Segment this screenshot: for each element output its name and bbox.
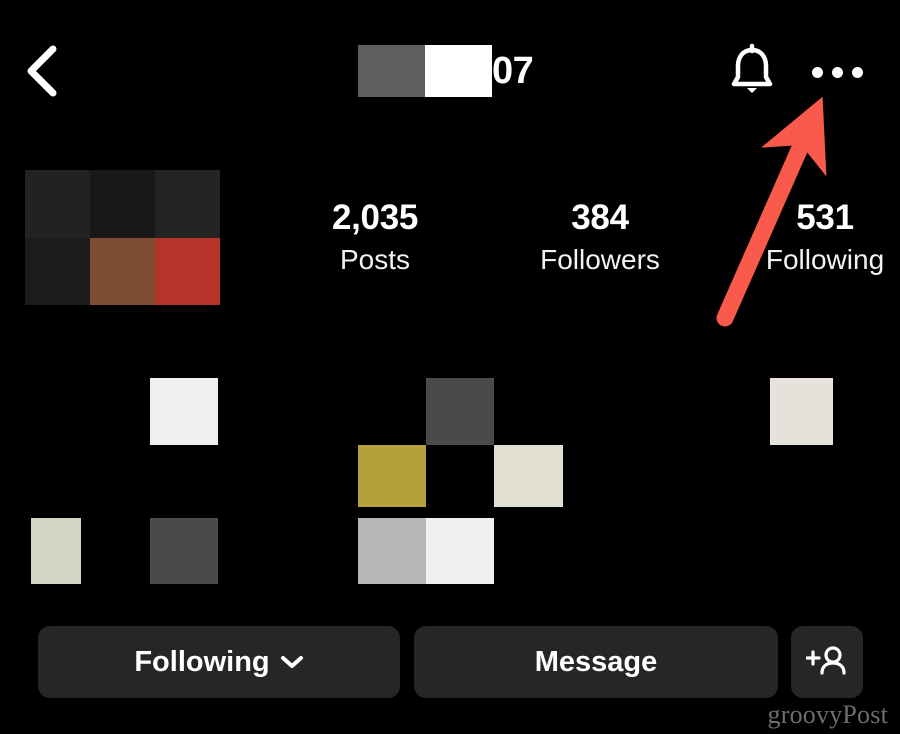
following-button-label: Following: [134, 645, 270, 678]
bio-redaction-block: [494, 445, 563, 507]
notifications-button[interactable]: [723, 42, 781, 102]
watermark: groovyPost: [767, 700, 888, 729]
stat-posts[interactable]: 2,035 Posts: [310, 198, 440, 278]
profile-header: 07: [0, 0, 900, 140]
bio-redaction-block: [426, 518, 494, 584]
username-visible-text: 07: [492, 50, 534, 92]
bell-icon: [727, 43, 777, 102]
bio-redaction-block: [358, 445, 426, 507]
add-user-button[interactable]: [791, 626, 863, 698]
profile-action-bar: Following Message: [0, 626, 900, 698]
posts-label: Posts: [339, 244, 411, 275]
three-dots-icon-dot-1: [811, 66, 823, 78]
username-title: 07: [358, 45, 534, 97]
stat-followers[interactable]: 384 Followers: [535, 198, 665, 278]
following-count: 531: [796, 198, 854, 237]
stat-following[interactable]: 531 Following: [760, 198, 890, 278]
bio-redaction-block: [150, 378, 218, 445]
profile-picture[interactable]: [25, 170, 220, 305]
avatar-tile: [25, 237, 90, 305]
bio-redaction-block: [150, 518, 218, 584]
back-button[interactable]: [16, 42, 66, 100]
username-redaction-block-2: [425, 45, 492, 97]
bio-redaction-block: [770, 378, 833, 445]
profile-stats: 2,035 Posts 384 Followers 531 Following: [310, 198, 890, 278]
message-button[interactable]: Message: [414, 626, 778, 698]
bio-redaction-block: [358, 518, 426, 584]
followers-label: Followers: [540, 244, 660, 275]
three-dots-icon-dot-2: [831, 66, 843, 78]
avatar-tile: [90, 237, 155, 305]
username-redaction-block-1: [358, 45, 425, 97]
chevron-left-icon: [24, 44, 58, 98]
avatar-tile: [90, 170, 155, 238]
chevron-down-icon: [280, 654, 304, 670]
more-options-button[interactable]: [808, 42, 866, 102]
bio-redaction-block: [426, 378, 494, 445]
bio-redaction-block: [31, 518, 81, 584]
following-label: Following: [765, 244, 885, 275]
followers-count: 384: [571, 198, 629, 237]
avatar-tile: [155, 170, 220, 238]
instagram-profile-screen: 07 2,035 Posts 384 Followers 531 Followi…: [0, 0, 900, 734]
avatar-tile: [25, 170, 90, 238]
message-button-label: Message: [534, 645, 658, 678]
three-dots-icon-dot-3: [851, 66, 863, 78]
following-button[interactable]: Following: [38, 626, 400, 698]
posts-count: 2,035: [331, 198, 419, 237]
avatar-tile: [155, 237, 220, 305]
add-person-icon: [806, 643, 848, 681]
